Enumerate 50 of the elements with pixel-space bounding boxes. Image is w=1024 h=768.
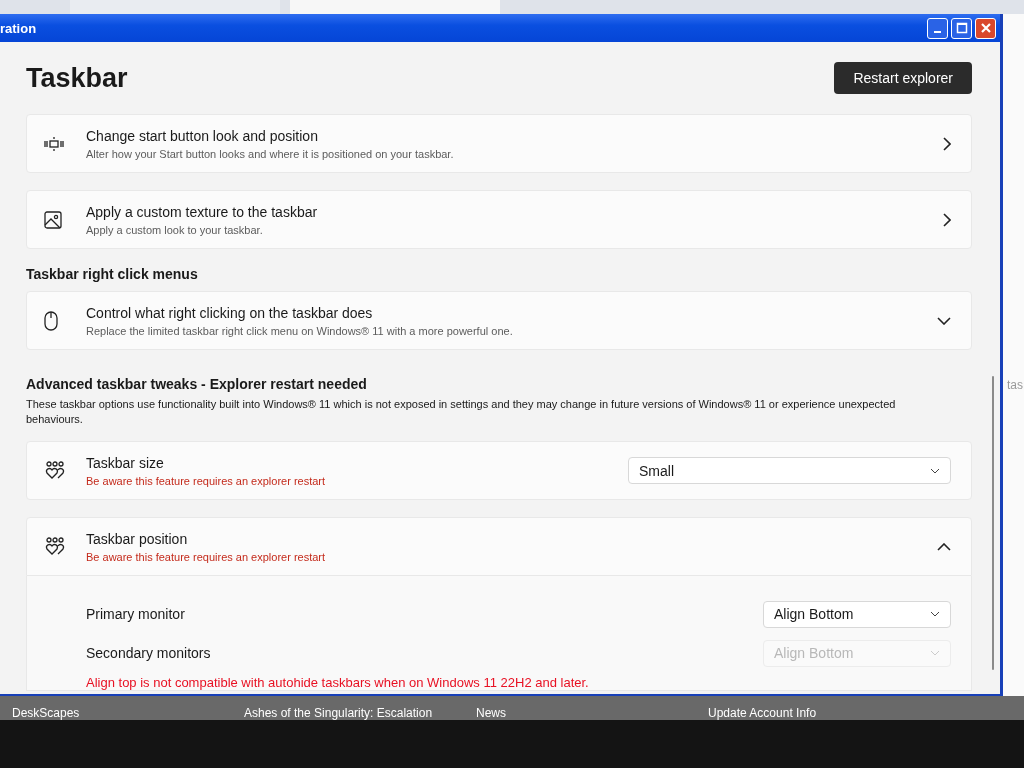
maximize-button[interactable] (951, 17, 972, 39)
card-title: Change start button look and position (86, 127, 319, 144)
option-label: Secondary monitors (86, 645, 211, 661)
card-title: Apply a custom texture to the taskbar (86, 203, 319, 220)
card-title: Control what right clicking on the taskbar does (86, 304, 374, 321)
minimize-button[interactable] (927, 17, 948, 39)
card-description: Alter how your Start button looks and where it is positioned on your taskbar. (86, 147, 455, 160)
section-description: These taskbar options use functionality built into Windows® 11 which is not exposed in settings and they may change in future versions of Windows® 11 or experience unexpected behaviours. (26, 397, 897, 427)
start-button-icon (44, 136, 64, 151)
hearts-icon (44, 460, 66, 481)
scrollbar[interactable] (992, 376, 994, 670)
settings-card[interactable]: Apply a custom texture to the taskbar Apply a custom look to your taskbar. (26, 190, 972, 249)
chevron-right-icon (943, 136, 951, 151)
card-title: Taskbar position (86, 530, 189, 547)
menu-item[interactable]: Update Account Info (708, 706, 817, 720)
card-title: Taskbar size (86, 454, 165, 471)
size-dropdown[interactable]: Small (628, 457, 951, 484)
option-label: Primary monitor (86, 606, 185, 622)
chevron-down-icon (930, 650, 940, 656)
background-window-text: tas (1006, 378, 1023, 392)
chevron-right-icon (943, 212, 951, 227)
restart-explorer-button[interactable]: Restart explorer (834, 62, 972, 94)
restart-warning: Be aware this feature requires an explorer restart (86, 550, 327, 563)
chevron-down-icon (930, 467, 940, 474)
menu-item[interactable]: Ashes of the Singularity: Escalation (244, 706, 476, 720)
mouse-icon (44, 310, 58, 331)
menu-item[interactable]: DeskScapes (12, 706, 244, 720)
maximize-icon (955, 22, 968, 34)
minimize-icon (934, 31, 941, 33)
hearts-icon (44, 536, 66, 557)
settings-card[interactable]: Taskbar position Be aware this feature requires an explorer restart (26, 517, 972, 576)
card-description: Apply a custom look to your taskbar. (86, 223, 264, 236)
page-title: Taskbar (26, 62, 128, 94)
section-heading: Taskbar right click menus (26, 266, 199, 282)
chevron-up-icon[interactable] (937, 542, 951, 551)
section-heading: Advanced taskbar tweaks - Explorer restart needed (26, 376, 368, 392)
warning-note: Align top is not compatible with autohide taskbars when on Windows 11 22H2 and later. (86, 675, 590, 690)
chevron-down-icon[interactable] (937, 316, 951, 325)
window-title: ration (0, 20, 37, 36)
close-button[interactable] (975, 17, 996, 39)
menu-item[interactable]: News (476, 706, 708, 720)
position-dropdown[interactable]: Align Bottom (763, 600, 951, 628)
image-icon (44, 210, 62, 229)
settings-card[interactable]: Taskbar size Be aware this feature requires an explorer restart Small (26, 441, 972, 500)
chevron-down-icon (930, 611, 940, 617)
close-icon (979, 22, 992, 34)
settings-card[interactable]: Control what right clicking on the taskbar does Replace the limited taskbar right click menu on Windows® 11 with a more powerful one. (26, 291, 972, 350)
settings-card[interactable]: Change start button look and position Alter how your Start button looks and where it is positioned on your taskbar. (26, 114, 972, 173)
card-description: Replace the limited taskbar right click menu on Windows® 11 with a more powerful one. (86, 324, 514, 337)
restart-warning: Be aware this feature requires an explorer restart (86, 474, 327, 487)
